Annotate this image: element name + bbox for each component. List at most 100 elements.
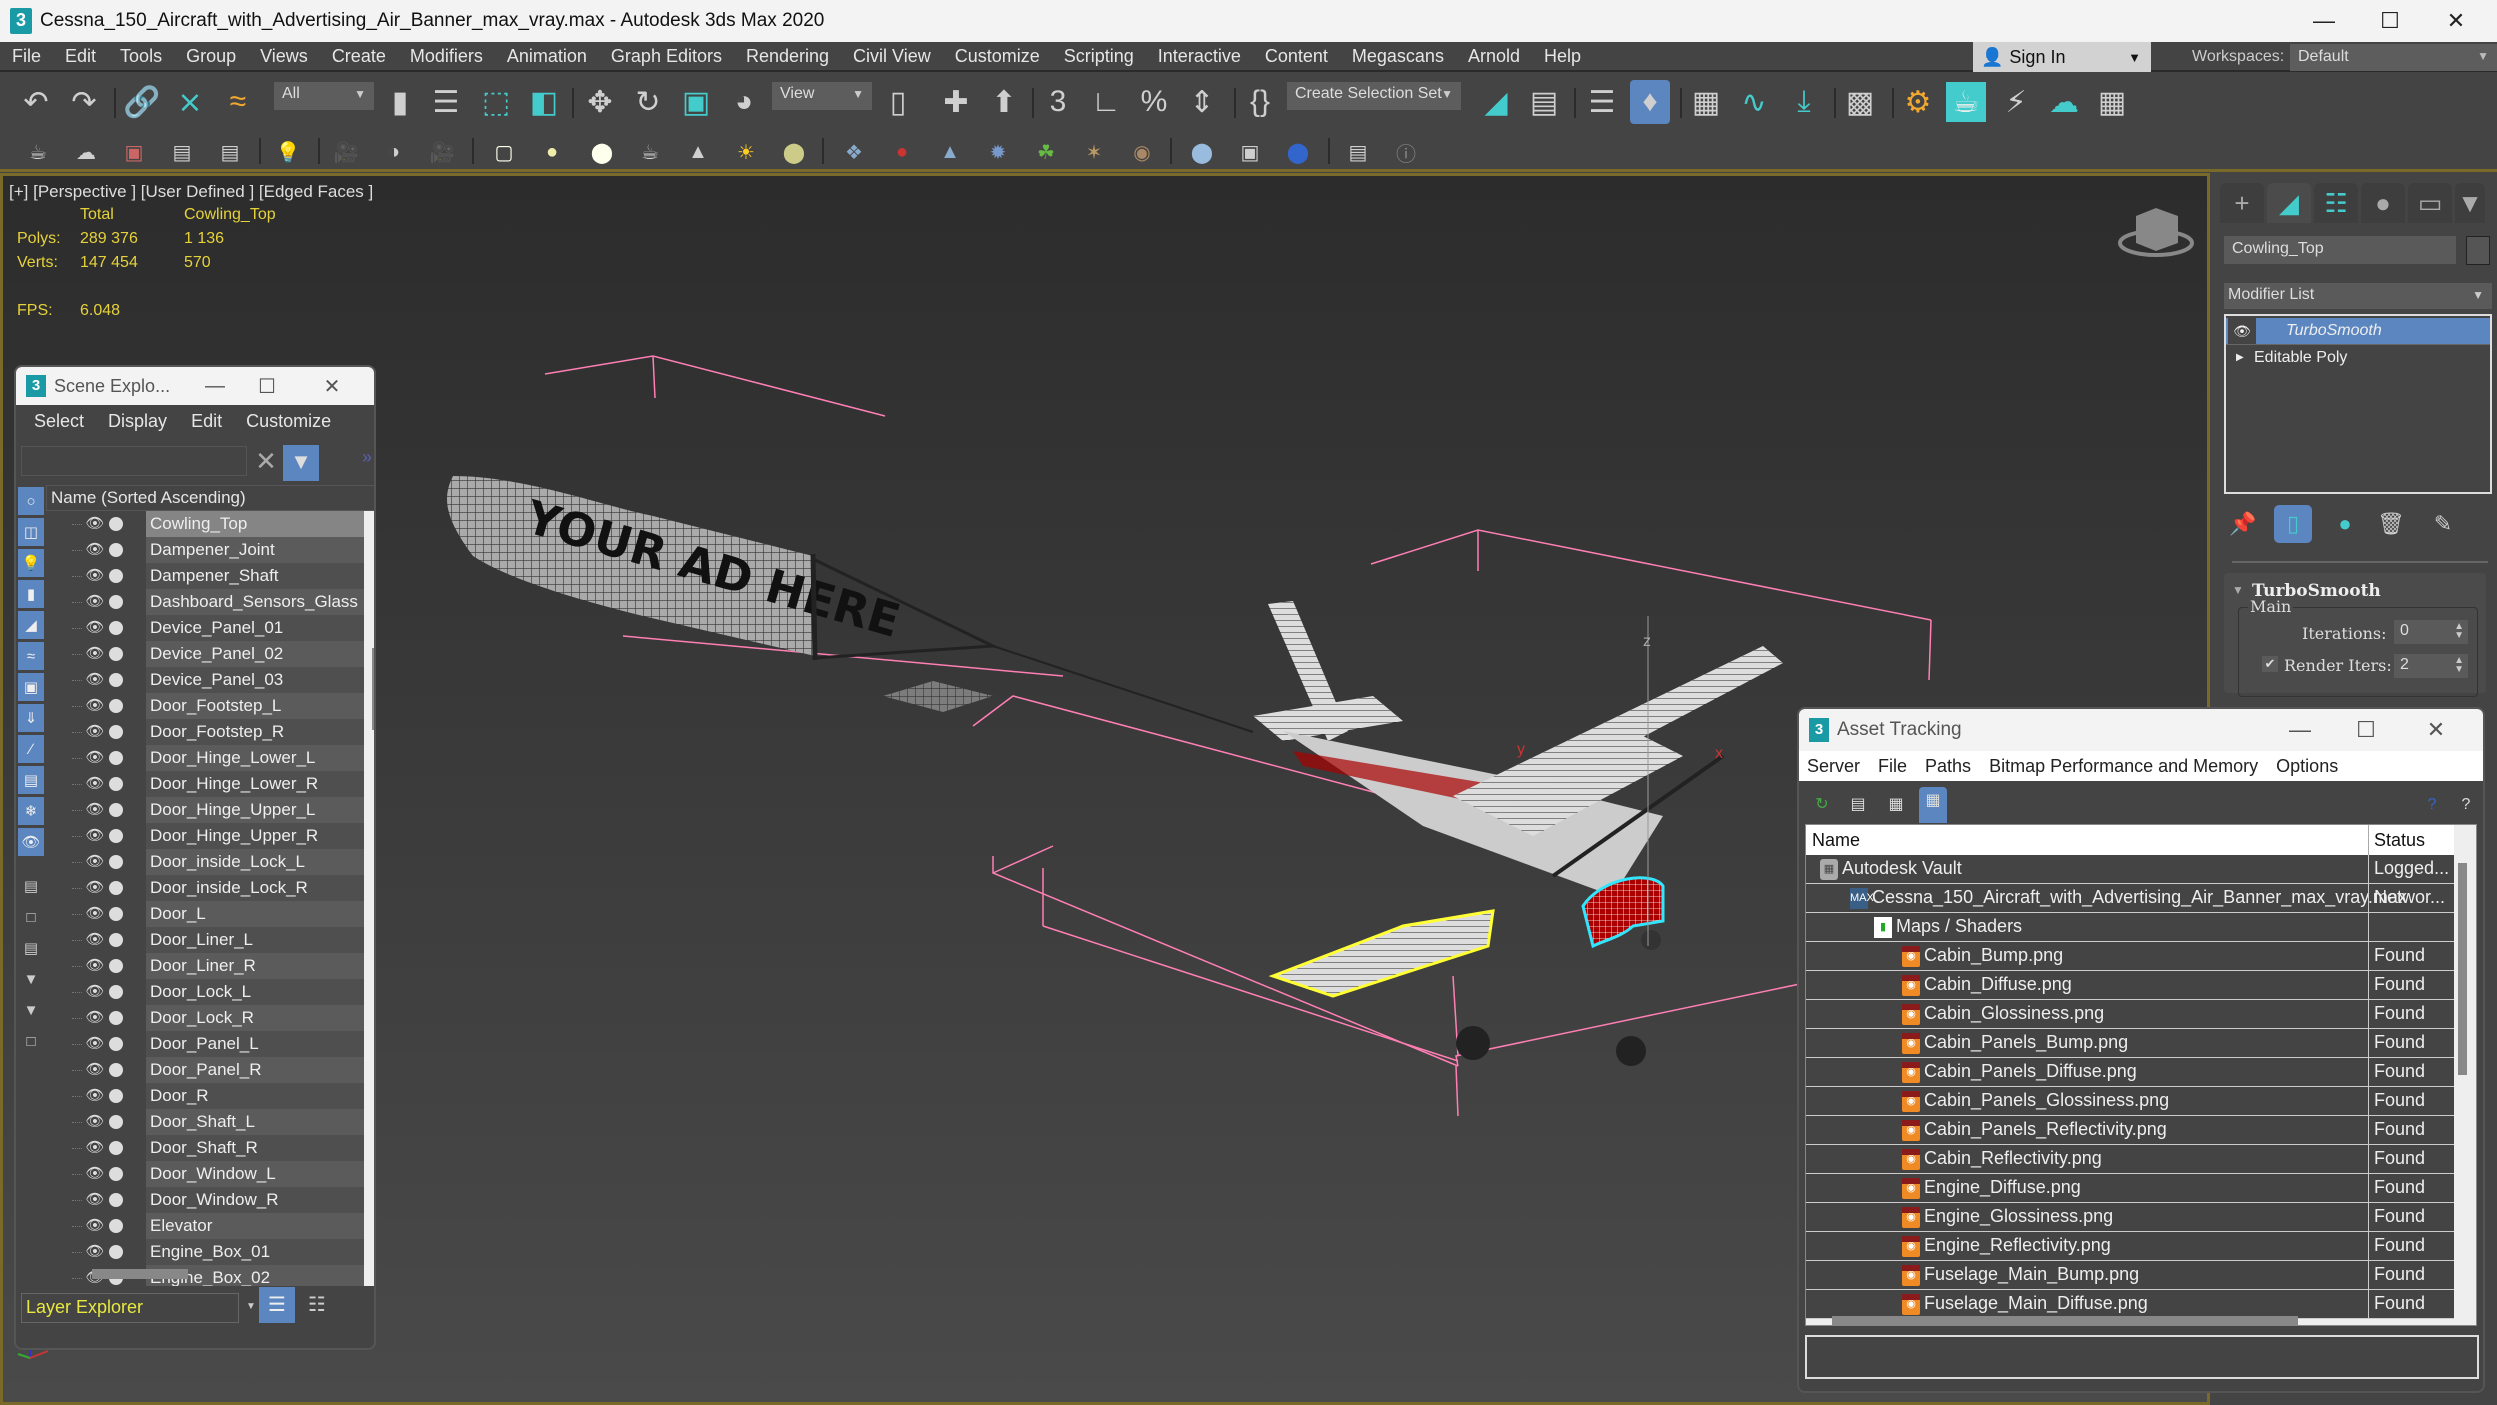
toggle-layer-explorer-icon[interactable]: ♦ bbox=[1630, 80, 1670, 124]
horizontal-scrollbar[interactable] bbox=[92, 1269, 188, 1279]
toggle-scene-explorer-icon[interactable]: ☰ bbox=[1582, 82, 1622, 122]
freeze-dot-icon[interactable] bbox=[109, 1115, 123, 1129]
light-lister-icon[interactable]: 💡 bbox=[272, 136, 304, 168]
table-row[interactable]: ◉ Cabin_Panels_Reflectivity.png Found bbox=[1806, 1116, 2454, 1145]
name-column-header[interactable]: Name bbox=[1812, 830, 1860, 851]
list-item[interactable]: 👁 Door_inside_Lock_L bbox=[46, 849, 364, 875]
help-icon[interactable]: ? bbox=[2419, 791, 2445, 819]
menu-content[interactable]: Content bbox=[1253, 46, 1340, 67]
spinner-arrows-icon[interactable]: ▲ ▼ bbox=[2454, 656, 2464, 675]
maximize-button[interactable]: ☐ bbox=[2357, 0, 2423, 42]
visibility-eye-icon[interactable]: 👁 bbox=[84, 693, 106, 719]
chevron-down-icon[interactable]: ▼ bbox=[246, 1301, 256, 1312]
close-button[interactable]: ✕ bbox=[309, 367, 355, 405]
sun-light-icon[interactable]: ☀ bbox=[730, 136, 762, 168]
place-icon[interactable]: ◕ bbox=[724, 82, 764, 122]
selection-filter-dropdown[interactable]: All ▼ bbox=[274, 82, 374, 110]
asset-tracking-titlebar[interactable]: 3 Asset Tracking — ☐ ✕ bbox=[1799, 709, 2483, 751]
scale-icon[interactable]: ▣ bbox=[676, 82, 716, 122]
freeze-dot-icon[interactable] bbox=[109, 777, 123, 791]
helpers-filter-icon[interactable]: ◢ bbox=[18, 611, 44, 639]
menu-megascans[interactable]: Megascans bbox=[1340, 46, 1456, 67]
vertical-scrollbar[interactable] bbox=[2458, 863, 2467, 1075]
spot-light-icon[interactable]: ▲ bbox=[682, 136, 714, 168]
render-settings-icon[interactable]: ▤ bbox=[214, 136, 246, 168]
snaps-3d-icon[interactable]: 3 bbox=[1038, 82, 1078, 122]
menu-edit[interactable]: Edit bbox=[53, 46, 108, 67]
table-row[interactable]: MAX Cessna_150_Aircraft_with_Advertising_… bbox=[1806, 884, 2454, 913]
list-item[interactable]: 👁 Door_Window_R bbox=[46, 1187, 364, 1213]
use-pivot-icon[interactable]: ▯ bbox=[878, 82, 918, 122]
visibility-eye-icon[interactable]: 👁 bbox=[84, 797, 106, 823]
table-row[interactable]: ▦ Autodesk Vault Logged... bbox=[1806, 855, 2454, 884]
geometry-filter-icon[interactable]: ○ bbox=[18, 487, 44, 515]
table-row[interactable]: ◉ Engine_Diffuse.png Found bbox=[1806, 1174, 2454, 1203]
visibility-eye-icon[interactable]: 👁 bbox=[84, 771, 106, 797]
modify-tab[interactable]: ◢ bbox=[2267, 183, 2311, 223]
rect-selection-icon[interactable]: ⬚ bbox=[476, 82, 516, 122]
panel-divider[interactable] bbox=[2232, 561, 2488, 563]
filter-icon[interactable]: ▼ bbox=[283, 445, 319, 481]
schematic-view-icon[interactable]: ⤓ bbox=[1784, 82, 1824, 122]
expand-toolbar-icon[interactable]: » bbox=[362, 447, 372, 468]
hierarchy-tab[interactable]: ☷ bbox=[2314, 183, 2358, 223]
minimize-button[interactable]: — bbox=[192, 367, 238, 405]
create-tab[interactable]: + bbox=[2220, 183, 2264, 223]
vertical-scrollbar[interactable] bbox=[372, 648, 374, 730]
physical-camera-icon[interactable]: 🎥 bbox=[426, 136, 458, 168]
visibility-eye-icon[interactable]: 👁 bbox=[84, 1031, 106, 1057]
list-item[interactable]: 👁 Door_R bbox=[46, 1083, 364, 1109]
visibility-eye-icon[interactable]: 👁 bbox=[84, 1213, 106, 1239]
list-item[interactable]: 👁 Door_Liner_L bbox=[46, 927, 364, 953]
spinner-arrows-icon[interactable]: ▲ ▼ bbox=[2454, 622, 2464, 641]
visibility-eye-icon[interactable]: 👁 bbox=[84, 1109, 106, 1135]
maximize-button[interactable]: ☐ bbox=[2331, 709, 2401, 751]
sort-by-hierarchy-icon[interactable]: ☷ bbox=[299, 1287, 335, 1323]
container-icon[interactable]: □ bbox=[18, 1027, 44, 1055]
freeze-dot-icon[interactable] bbox=[109, 1089, 123, 1103]
material-editor-icon[interactable]: ▩ bbox=[1840, 82, 1880, 122]
status-column-header[interactable]: Status bbox=[2374, 830, 2425, 851]
render-cloud-icon[interactable]: ☁ bbox=[2044, 82, 2084, 122]
sign-in-button[interactable]: 👤 Sign In ▼ bbox=[1973, 42, 2151, 72]
window-crossing-icon[interactable]: ◧ bbox=[524, 82, 564, 122]
list-item[interactable]: 👁 Door_Panel_R bbox=[46, 1057, 364, 1083]
menu-create[interactable]: Create bbox=[320, 46, 398, 67]
list-item[interactable]: 👁 Door_Lock_R bbox=[46, 1005, 364, 1031]
undo-icon[interactable]: ↶ bbox=[16, 82, 56, 122]
filter-icon[interactable]: ▼ bbox=[18, 996, 44, 1024]
shapes-filter-icon[interactable]: ◫ bbox=[18, 518, 44, 546]
xrefs-filter-icon[interactable]: ⇓ bbox=[18, 704, 44, 732]
vray-proxy-icon[interactable]: ✹ bbox=[982, 136, 1014, 168]
motion-tab[interactable]: ● bbox=[2361, 183, 2405, 223]
stack-item-turbosmooth[interactable]: 👁 TurboSmooth bbox=[2226, 318, 2490, 344]
menu-arnold[interactable]: Arnold bbox=[1456, 46, 1532, 67]
tree-view-icon[interactable]: ▦ bbox=[1883, 791, 1909, 819]
object-name-field[interactable]: Cowling_Top bbox=[2224, 236, 2456, 264]
table-row[interactable]: ◉ Fuselage_Main_Bump.png Found bbox=[1806, 1261, 2454, 1290]
se-menu-edit[interactable]: Edit bbox=[191, 411, 222, 432]
menu-views[interactable]: Views bbox=[248, 46, 320, 67]
menu-customize[interactable]: Customize bbox=[943, 46, 1052, 67]
freeze-dot-icon[interactable] bbox=[109, 1063, 123, 1077]
vray-grass-icon[interactable]: ☘ bbox=[1030, 136, 1062, 168]
list-item[interactable]: 👁 Door_inside_Lock_R bbox=[46, 875, 364, 901]
help-icon[interactable]: ⓘ bbox=[1390, 136, 1422, 168]
visibility-eye-icon[interactable]: 👁 bbox=[84, 979, 106, 1005]
freeze-dot-icon[interactable] bbox=[109, 621, 123, 635]
percent-snap-icon[interactable]: % bbox=[1134, 82, 1174, 122]
freeze-dot-icon[interactable] bbox=[109, 1011, 123, 1025]
rotate-icon[interactable]: ↻ bbox=[628, 82, 668, 122]
freeze-dot-icon[interactable] bbox=[109, 881, 123, 895]
table-row[interactable]: ◉ Fuselage_Main_Diffuse.png Found bbox=[1806, 1290, 2454, 1319]
menu-group[interactable]: Group bbox=[174, 46, 248, 67]
se-menu-customize[interactable]: Customize bbox=[246, 411, 331, 432]
list-item[interactable]: 👁 Door_Shaft_L bbox=[46, 1109, 364, 1135]
link-icon[interactable]: 🔗 bbox=[122, 82, 162, 122]
groups-filter-icon[interactable]: ▣ bbox=[18, 673, 44, 701]
visibility-eye-icon[interactable]: 👁 bbox=[84, 875, 106, 901]
render-elements-icon[interactable]: ▤ bbox=[166, 136, 198, 168]
list-item[interactable]: 👁 Door_Hinge_Upper_L bbox=[46, 797, 364, 823]
modifier-list-dropdown[interactable]: Modifier List ▼ bbox=[2224, 283, 2492, 309]
bones-filter-icon[interactable]: ∕ bbox=[18, 735, 44, 763]
